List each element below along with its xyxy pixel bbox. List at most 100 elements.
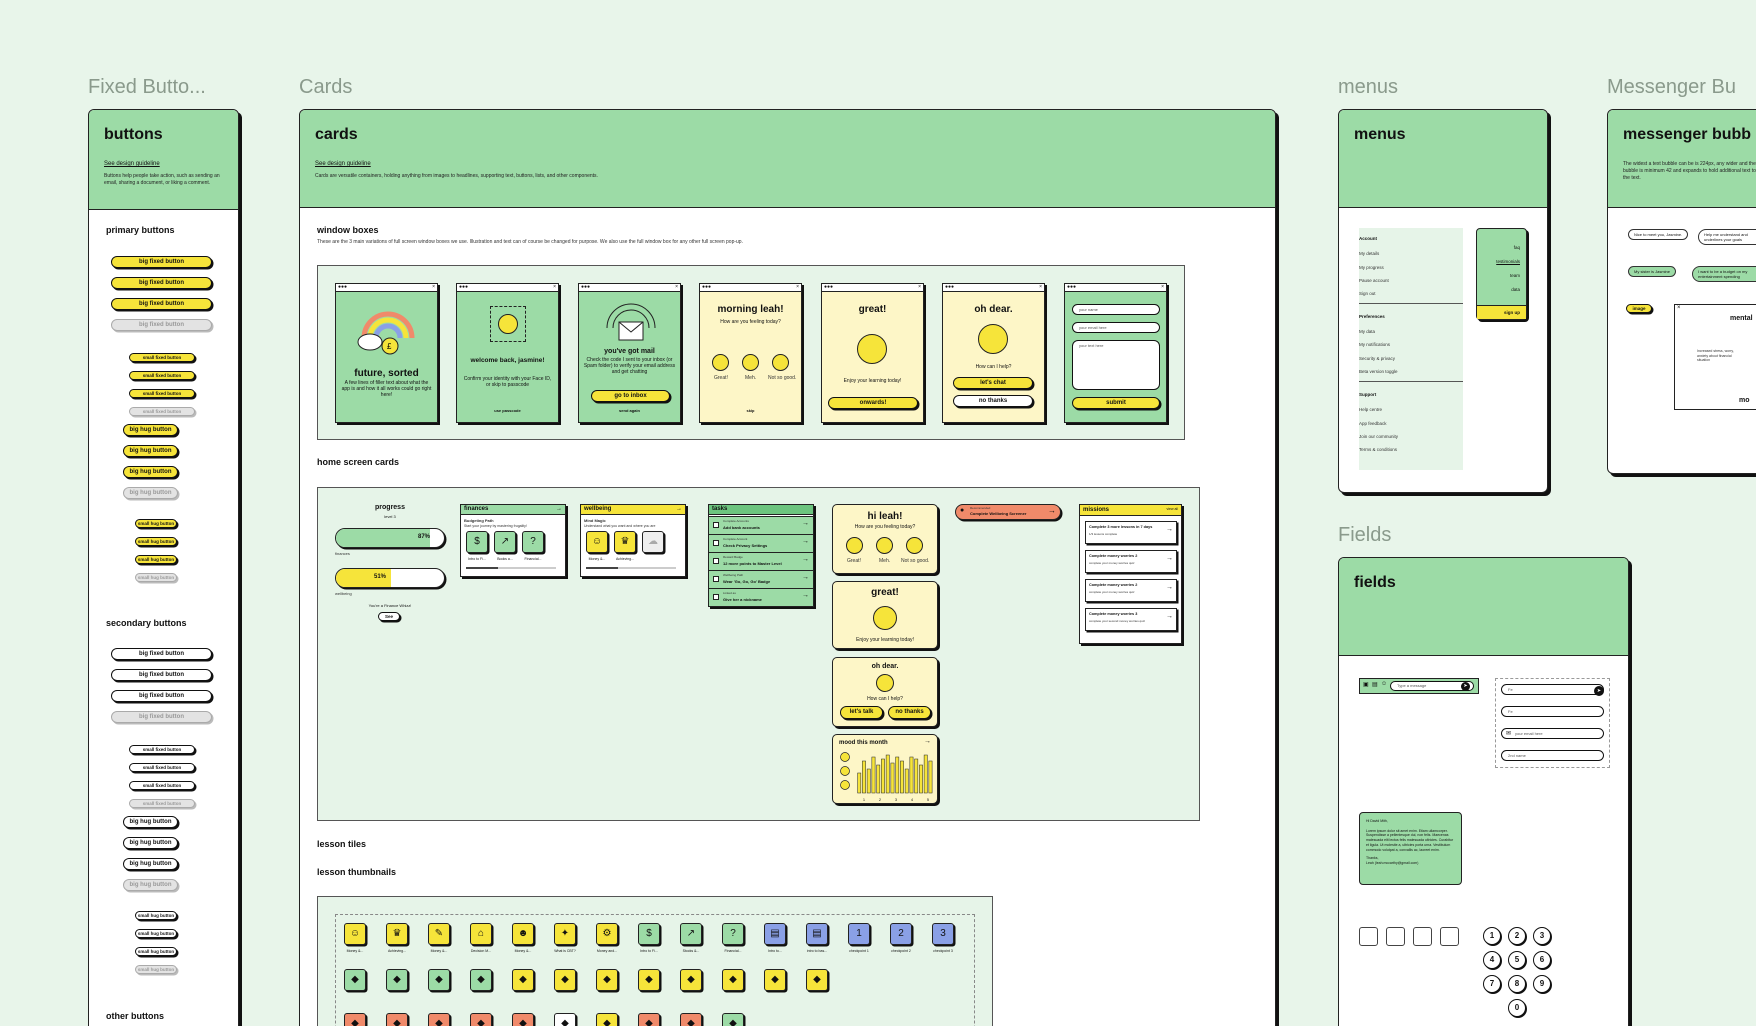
close-icon[interactable]: × <box>1039 284 1042 291</box>
keypad-key-4[interactable]: 4 <box>1483 951 1501 969</box>
menu-item-data[interactable]: My data <box>1359 329 1375 334</box>
camera-icon[interactable]: ▣ <box>1363 681 1369 688</box>
menu-item-terms[interactable]: Terms & conditions <box>1359 447 1397 452</box>
go-to-inbox-button[interactable]: go to inbox <box>591 390 670 402</box>
lesson-thumbnail-icon[interactable]: ◆ <box>638 1013 660 1026</box>
locked-tile-icon[interactable]: ☁ <box>642 531 664 553</box>
no-thanks-button[interactable]: no thanks <box>953 395 1033 407</box>
keypad-key-9[interactable]: 9 <box>1533 975 1551 993</box>
lesson-thumbnail-icon[interactable]: ◆ <box>722 969 744 991</box>
face-icon[interactable]: ☺ <box>586 531 608 553</box>
alert-card[interactable]: Recommended Complete Wellbeing Screener … <box>955 504 1061 520</box>
code-box[interactable] <box>1359 927 1378 946</box>
onwards-button[interactable]: onwards! <box>828 397 918 409</box>
sad-face-icon[interactable] <box>906 537 923 554</box>
primary-sm-hug-button[interactable]: small hug button <box>135 519 177 528</box>
secondary-sm-fixed-button[interactable]: small fixed button <box>129 763 195 772</box>
secondary-big-hug-button[interactable]: big hug button <box>123 837 178 849</box>
lesson-thumbnail-icon[interactable]: ◆ <box>470 1013 492 1026</box>
lesson-thumbnail-icon[interactable]: 1 <box>848 923 870 945</box>
secondary-big-fixed-button[interactable]: big fixed button <box>111 690 212 702</box>
lesson-thumbnail-icon[interactable]: ◆ <box>512 1013 534 1026</box>
code-box[interactable] <box>1440 927 1459 946</box>
task-row[interactable]: Complete Account Check Privacy Settings → <box>709 534 813 552</box>
arrow-right-icon[interactable]: → <box>802 556 809 563</box>
checkbox[interactable] <box>713 522 719 528</box>
lesson-thumbnail-icon[interactable]: ? <box>722 923 744 945</box>
secondary-big-fixed-button[interactable]: big fixed button <box>111 648 212 660</box>
view-all-link[interactable]: view all <box>1167 507 1178 511</box>
email-field[interactable]: your email here <box>1501 728 1604 739</box>
menu-item-details[interactable]: My details <box>1359 251 1379 256</box>
menu-item-help[interactable]: Help centre <box>1359 407 1382 412</box>
primary-big-fixed-button[interactable]: big fixed button <box>111 277 212 289</box>
name-field[interactable]: your name <box>1072 304 1160 315</box>
task-row[interactable]: Linked as Give her a nickname → <box>709 588 813 606</box>
secondary-big-hug-button[interactable]: big hug button <box>123 858 178 870</box>
arrow-right-icon[interactable]: → <box>556 506 562 512</box>
meh-face-icon[interactable] <box>876 537 893 554</box>
checkbox[interactable] <box>713 594 719 600</box>
checkbox[interactable] <box>713 558 719 564</box>
happy-face-icon[interactable] <box>846 537 863 554</box>
lesson-thumbnail-icon[interactable]: $ <box>638 923 660 945</box>
keypad-key-0[interactable]: 0 <box>1508 999 1526 1017</box>
lesson-thumbnail-icon[interactable]: ◆ <box>470 969 492 991</box>
mood-card[interactable]: mood this month → 1 2 3 4 5 <box>832 734 938 804</box>
arrow-right-icon[interactable]: → <box>1048 506 1056 515</box>
primary-sm-hug-button[interactable]: small hug button <box>135 537 177 546</box>
lesson-thumbnail-icon[interactable]: 3 <box>932 923 954 945</box>
task-row[interactable]: Wellbeing Path Wear 'Go, Go, Go' Badge → <box>709 570 813 588</box>
primary-sm-fixed-button[interactable]: small fixed button <box>129 353 195 362</box>
wellbeing-card[interactable]: wellbeing → Mind Magic Understand what yo… <box>580 504 686 577</box>
arrow-right-icon[interactable]: → <box>802 574 809 581</box>
arrow-right-icon[interactable]: → <box>1166 613 1173 620</box>
send-icon[interactable]: ➤ <box>1461 682 1470 691</box>
trophy-icon[interactable]: ♛ <box>614 531 636 553</box>
primary-sm-hug-button[interactable]: small hug button <box>135 555 177 564</box>
lesson-thumbnail-icon[interactable]: ◆ <box>344 969 366 991</box>
secondary-sm-fixed-button[interactable]: small fixed button <box>129 781 195 790</box>
primary-big-hug-button[interactable]: big hug button <box>123 424 178 436</box>
keypad-key-1[interactable]: 1 <box>1483 927 1501 945</box>
chart-icon[interactable]: ↗ <box>494 531 516 553</box>
secondary-sm-fixed-button[interactable]: small fixed button <box>129 745 195 754</box>
submit-button[interactable]: submit <box>1072 397 1160 409</box>
close-icon[interactable]: × <box>796 284 799 291</box>
secondary-big-hug-button[interactable]: big hug button <box>123 816 178 828</box>
lesson-thumbnail-icon[interactable]: ◆ <box>428 1013 450 1026</box>
secondary-sm-hug-button[interactable]: small hug button <box>135 911 177 920</box>
close-icon[interactable]: × <box>553 284 556 291</box>
scroll-track[interactable] <box>586 567 676 569</box>
task-row[interactable]: Reward Badge 12 more points to Master Lev… <box>709 552 813 570</box>
arrow-right-icon[interactable]: → <box>1166 584 1173 591</box>
lesson-thumbnail-icon[interactable]: ◆ <box>386 1013 408 1026</box>
menu-item-sign-out[interactable]: Sign out <box>1359 291 1376 296</box>
menu-item-beta[interactable]: Beta version toggle <box>1359 369 1398 374</box>
checkbox[interactable] <box>713 540 719 546</box>
secondary-big-fixed-button[interactable]: big fixed button <box>111 669 212 681</box>
secondary-sm-hug-button[interactable]: small hug button <box>135 947 177 956</box>
text-field-active[interactable]: Fe <box>1501 684 1604 695</box>
arrow-right-icon[interactable]: → <box>802 520 809 527</box>
lesson-thumbnail-icon[interactable]: ◆ <box>764 969 786 991</box>
lesson-thumbnail-icon[interactable]: ◆ <box>554 969 576 991</box>
name-field[interactable]: 2nd name <box>1501 750 1604 761</box>
primary-big-fixed-button[interactable]: big fixed button <box>111 256 212 268</box>
lesson-thumbnail-icon[interactable]: ◆ <box>512 969 534 991</box>
sad-face-icon[interactable] <box>772 354 789 371</box>
lesson-thumbnail-icon[interactable]: ☻ <box>512 923 534 945</box>
primary-big-hug-button[interactable]: big hug button <box>123 466 178 478</box>
see-button[interactable]: See <box>378 612 400 621</box>
secondary-sm-hug-button[interactable]: small hug button <box>135 929 177 938</box>
menu-item-progress[interactable]: My progress <box>1359 265 1384 270</box>
task-row[interactable]: Complete Accounts Add bank accounts → <box>709 516 813 534</box>
send-again-link[interactable]: send again <box>583 408 676 414</box>
close-icon[interactable]: × <box>1677 305 1681 311</box>
menu-item-pause[interactable]: Pause account <box>1359 278 1389 283</box>
speech-icon[interactable]: ? <box>522 531 544 553</box>
gallery-icon[interactable]: ▤ <box>1372 681 1378 688</box>
lesson-thumbnail-icon[interactable]: ◆ <box>596 1013 618 1026</box>
menu-item-feedback[interactable]: App feedback <box>1359 421 1387 426</box>
lesson-thumbnail-icon[interactable]: ◆ <box>680 1013 702 1026</box>
